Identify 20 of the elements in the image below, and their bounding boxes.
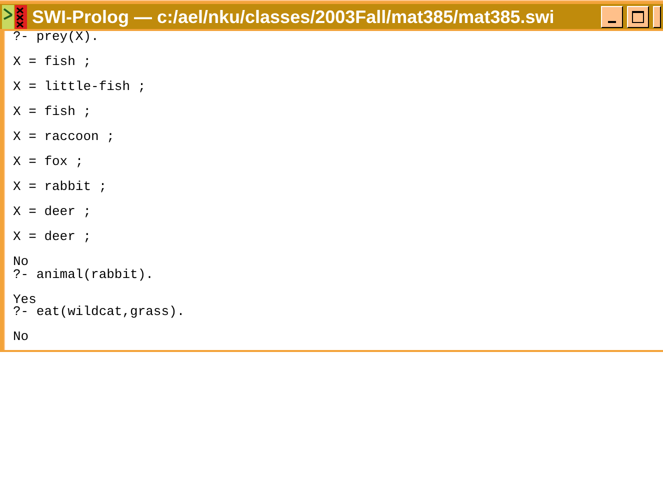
maximize-icon: [631, 10, 645, 24]
console-line: X = deer ;: [13, 203, 92, 218]
console-line: X = rabbit ;: [13, 178, 107, 194]
console-line: X = raccoon ;: [13, 128, 114, 144]
close-button[interactable]: [653, 6, 661, 28]
console-line: No: [13, 328, 29, 344]
console-line: X = little-fish ;: [13, 78, 146, 94]
minimize-button[interactable]: [601, 6, 623, 28]
console-line: X = fox ;: [13, 153, 84, 168]
console-line: Yes: [13, 290, 36, 306]
minimize-icon: [608, 20, 616, 22]
console-line: X = fish ;: [13, 53, 92, 68]
console-line: ?- animal(rabbit).: [13, 268, 154, 281]
window-title: SWI-Prolog — c:/ael/nku/classes/2003Fall/mat385/mat385.swi: [32, 8, 554, 26]
console-line: No: [13, 253, 29, 268]
console-line: ?- eat(wildcat,grass).: [13, 306, 185, 318]
maximize-button[interactable]: [627, 6, 649, 28]
console-line: X = fish ;: [13, 103, 92, 118]
app-icon: [2, 4, 28, 28]
console-line: X = deer ;: [13, 228, 92, 244]
